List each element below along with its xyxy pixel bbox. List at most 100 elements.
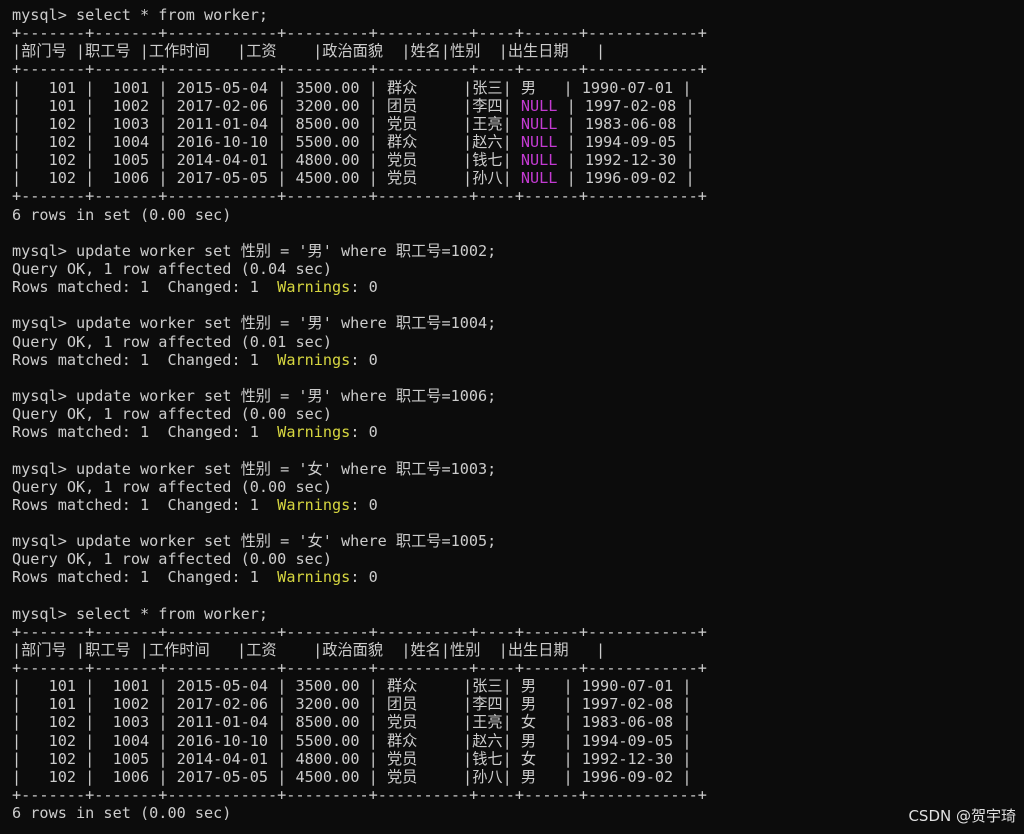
null-value: NULL	[520, 96, 558, 115]
cell: 1983-06-08	[581, 713, 674, 732]
cell: 男	[520, 78, 537, 97]
table-row: | 102 | 1004 | 2016-10-10 | 5500.00 | 群众…	[12, 132, 695, 151]
table-row: | 101 | 1001 | 2015-05-04 | 3500.00 | 群众…	[12, 78, 692, 97]
prompt: mysql>	[12, 604, 77, 623]
cell: 4500.00	[295, 767, 360, 786]
cell: 101	[48, 78, 77, 97]
cell: 王亮	[472, 114, 503, 133]
cell: 1997-02-08	[584, 96, 677, 115]
sql-command: update worker set 性别 = '女' where 职工号=100…	[76, 459, 497, 478]
col-header: 职工号	[85, 42, 131, 61]
table-row: | 101 | 1002 | 2017-02-06 | 3200.00 | 团员…	[12, 96, 695, 115]
rows-matched: Rows matched: 1 Changed: 1	[12, 350, 278, 369]
cell: 1992-12-30	[584, 151, 677, 170]
cell: 101	[48, 96, 77, 115]
cell: 1002	[112, 695, 150, 714]
cell: 2017-02-06	[176, 695, 269, 714]
cell: 102	[48, 731, 77, 750]
cell: 3200.00	[295, 695, 360, 714]
cell: 2011-01-04	[176, 713, 269, 732]
cell: 张三	[472, 677, 503, 696]
cell: 4800.00	[295, 749, 360, 768]
rows-matched-line: Rows matched: 1 Changed: 1 Warnings: 0	[12, 568, 1012, 586]
prompt-line: mysql> update worker set 性别 = '女' where …	[12, 532, 1012, 550]
cell: 2014-04-01	[176, 749, 269, 768]
cell: 1002	[112, 96, 150, 115]
prompt-line: mysql> select * from worker;	[12, 605, 1012, 623]
cell: 1004	[112, 132, 150, 151]
cell: 男	[520, 731, 537, 750]
cell: 1006	[112, 767, 150, 786]
cell: 党员	[386, 713, 418, 732]
terminal-output[interactable]: mysql> select * from worker; +-------+--…	[12, 6, 1012, 822]
table-border-mid: +-------+-------+------------+---------+…	[12, 659, 707, 678]
table-row: | 102 | 1006 | 2017-05-05 | 4500.00 | 党员…	[12, 767, 692, 786]
result-footer: 6 rows in set (0.00 sec)	[12, 804, 232, 823]
cell: 团员	[386, 96, 418, 115]
cell: 2017-05-05	[176, 169, 269, 188]
null-value: NULL	[520, 151, 558, 170]
warnings-value: : 0	[350, 495, 378, 514]
query-result: Query OK, 1 row affected (0.00 sec)	[12, 477, 333, 496]
query-result: Query OK, 1 row affected (0.00 sec)	[12, 405, 333, 424]
cell: 群众	[386, 132, 418, 151]
cell: 1997-02-08	[581, 695, 674, 714]
col-header: 政治面貌	[322, 640, 384, 659]
cell: 群众	[386, 78, 418, 97]
cell: 孙八	[472, 169, 503, 188]
col-header: 出生日期	[507, 42, 569, 61]
rows-matched: Rows matched: 1 Changed: 1	[12, 423, 278, 442]
prompt: mysql>	[12, 6, 77, 24]
rows-matched-line: Rows matched: 1 Changed: 1 Warnings: 0	[12, 423, 1012, 441]
table-header-row: |部门号 |职工号 |工作时间 |工资 |政治面貌 |姓名|性别 |出生日期 |	[12, 42, 606, 61]
rows-matched: Rows matched: 1 Changed: 1	[12, 278, 278, 297]
sql-command: update worker set 性别 = '男' where 职工号=100…	[76, 314, 497, 333]
sql-command: select * from worker;	[76, 604, 269, 623]
cell: 3500.00	[295, 78, 360, 97]
cell: 2011-01-04	[176, 114, 269, 133]
null-value: NULL	[520, 132, 558, 151]
result-table: +-------+-------+------------+---------+…	[12, 623, 1012, 804]
cell: 1990-07-01	[581, 78, 674, 97]
table-row: | 102 | 1005 | 2014-04-01 | 4800.00 | 党员…	[12, 151, 695, 170]
query-result: Query OK, 1 row affected (0.00 sec)	[12, 550, 333, 569]
prompt-line: mysql> select * from worker;	[12, 6, 1012, 24]
cell: 2015-05-04	[176, 677, 269, 696]
cell: 1006	[112, 169, 150, 188]
cell: 1005	[112, 151, 150, 170]
cell: 1005	[112, 749, 150, 768]
table-row: | 102 | 1006 | 2017-05-05 | 4500.00 | 党员…	[12, 169, 695, 188]
table-header-row: |部门号 |职工号 |工作时间 |工资 |政治面貌 |姓名|性别 |出生日期 |	[12, 640, 606, 659]
cell: 男	[520, 695, 537, 714]
null-value: NULL	[520, 114, 558, 133]
cell: 101	[48, 677, 77, 696]
cell: 2017-02-06	[176, 96, 269, 115]
table-border-bottom: +-------+-------+------------+---------+…	[12, 786, 707, 805]
prompt-line: mysql> update worker set 性别 = '男' where …	[12, 387, 1012, 405]
rows-matched-line: Rows matched: 1 Changed: 1 Warnings: 0	[12, 496, 1012, 514]
cell: 1983-06-08	[584, 114, 677, 133]
cell: 群众	[386, 731, 418, 750]
cell: 102	[48, 767, 77, 786]
warnings-value: : 0	[350, 568, 378, 587]
cell: 1001	[112, 78, 150, 97]
cell: 党员	[386, 114, 418, 133]
query-result: Query OK, 1 row affected (0.01 sec)	[12, 332, 333, 351]
cell: 102	[48, 132, 77, 151]
cell: 102	[48, 169, 77, 188]
cell: 1996-09-02	[581, 767, 674, 786]
table-row: | 101 | 1001 | 2015-05-04 | 3500.00 | 群众…	[12, 677, 692, 696]
cell: 1004	[112, 731, 150, 750]
cell: 赵六	[472, 132, 503, 151]
col-header: 工资	[246, 640, 277, 659]
rows-matched: Rows matched: 1 Changed: 1	[12, 568, 278, 587]
col-header: 姓名	[410, 640, 441, 659]
cell: 女	[520, 749, 537, 768]
cell: 群众	[386, 677, 418, 696]
table-border-bottom: +-------+-------+------------+---------+…	[12, 187, 707, 206]
result-table: +-------+-------+------------+---------+…	[12, 24, 1012, 205]
